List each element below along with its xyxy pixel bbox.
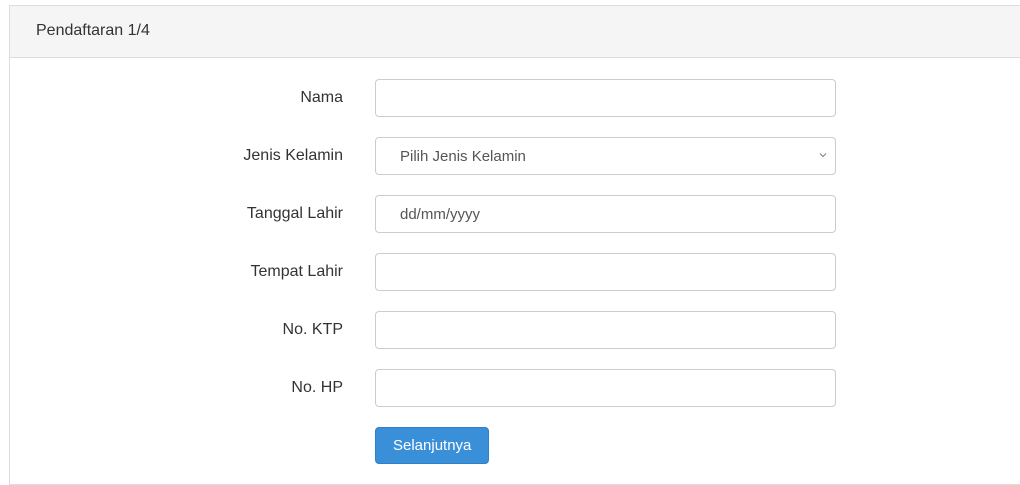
registration-card: Pendaftaran 1/4 Nama Jenis Kelamin Pilih… [9,5,1020,485]
selanjutnya-button[interactable]: Selanjutnya [375,427,490,464]
tanggal-lahir-placeholder: dd/mm/yyyy [400,205,481,223]
jenis-kelamin-select[interactable]: Pilih Jenis Kelamin [375,137,836,175]
no-hp-input[interactable] [375,369,836,407]
no-hp-label: No. HP [291,379,343,396]
nama-label: Nama [300,89,343,106]
card-title: Pendaftaran 1/4 [36,22,150,39]
chevron-down-icon [819,153,827,158]
no-ktp-input[interactable] [375,311,836,349]
nama-input[interactable] [375,79,836,117]
tanggal-lahir-input[interactable]: dd/mm/yyyy [375,195,836,233]
form-row-nama: Nama [10,79,1020,117]
jenis-kelamin-selected: Pilih Jenis Kelamin [400,147,526,165]
form-row-tempat-lahir: Tempat Lahir [10,253,1020,291]
card-header: Pendaftaran 1/4 [10,6,1020,58]
form-row-tanggal-lahir: Tanggal Lahir dd/mm/yyyy [10,195,1020,233]
tempat-lahir-input[interactable] [375,253,836,291]
form-row-jenis-kelamin: Jenis Kelamin Pilih Jenis Kelamin [10,137,1020,175]
form-row-submit: Selanjutnya [10,427,1020,465]
form-row-no-hp: No. HP [10,369,1020,407]
no-ktp-label: No. KTP [282,321,343,338]
tanggal-lahir-label: Tanggal Lahir [246,205,343,222]
form-row-no-ktp: No. KTP [10,311,1020,349]
jenis-kelamin-label: Jenis Kelamin [243,147,343,164]
tempat-lahir-label: Tempat Lahir [250,263,344,280]
